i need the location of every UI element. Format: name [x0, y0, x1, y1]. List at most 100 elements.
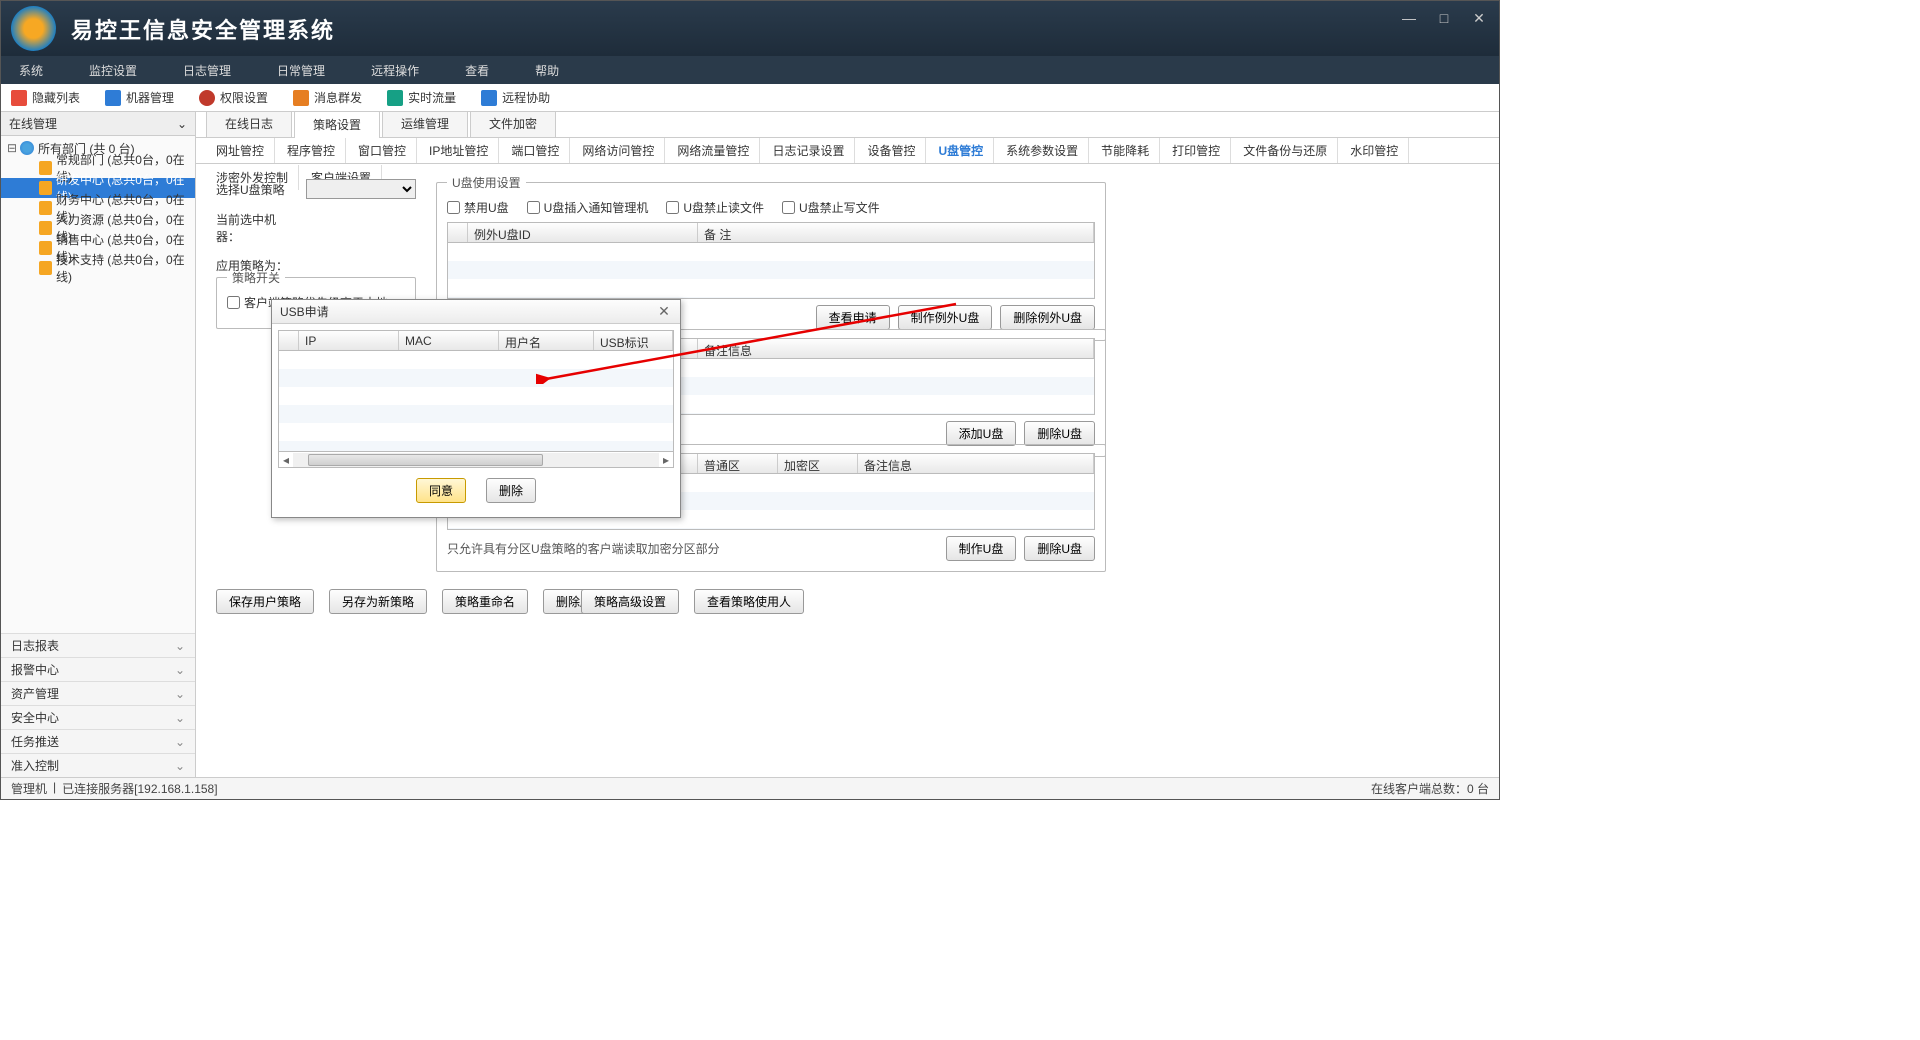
delete-usb-button2[interactable]: 删除U盘 [1024, 536, 1095, 561]
advanced-setting-button[interactable]: 策略高级设置 [581, 589, 679, 614]
tool-label: 机器管理 [126, 89, 174, 106]
usb-legend: U盘使用设置 [447, 174, 526, 191]
status-bar: 管理机 | 已连接服务器[192.168.1.158] 在线客户端总数：0 台 [1, 777, 1499, 799]
machine-icon [105, 90, 121, 106]
dialog-close-button[interactable]: ✕ [656, 303, 672, 320]
rename-policy-button[interactable]: 策略重命名 [442, 589, 528, 614]
scroll-thumb[interactable] [308, 454, 543, 466]
make-usb-button[interactable]: 制作U盘 [946, 536, 1017, 561]
nav-alarm[interactable]: 报警中心⌄ [1, 657, 195, 681]
th-mac: MAC [399, 331, 499, 350]
subtab-4[interactable]: 端口管控 [501, 138, 570, 163]
table-body[interactable] [279, 351, 673, 451]
table-body[interactable] [448, 243, 1094, 298]
menu-log[interactable]: 日志管理 [175, 58, 239, 83]
department-tree: ⊟ 所有部门 (共 0 台) 常规部门 (总共0台，0在线) 研发中心 (总共0… [1, 136, 195, 633]
minimize-button[interactable]: — [1399, 11, 1419, 25]
subtab-14[interactable]: 水印管控 [1340, 138, 1409, 163]
dialog-delete-button[interactable]: 删除 [486, 478, 536, 503]
nav-label: 任务推送 [11, 733, 59, 750]
tree-label: 技术支持 (总共0台，0在线) [56, 251, 190, 285]
dept-icon [39, 161, 52, 175]
tab-online-log[interactable]: 在线日志 [206, 112, 292, 137]
menu-monitor[interactable]: 监控设置 [81, 58, 145, 83]
delete-exception-button[interactable]: 删除例外U盘 [1000, 305, 1095, 330]
client-priority-checkbox[interactable] [227, 296, 240, 309]
make-exception-button[interactable]: 制作例外U盘 [898, 305, 993, 330]
tab-ops[interactable]: 运维管理 [382, 112, 468, 137]
menu-system[interactable]: 系统 [11, 58, 51, 83]
nav-security[interactable]: 安全中心⌄ [1, 705, 195, 729]
notify-admin-checkbox[interactable] [527, 201, 540, 214]
disable-usb-checkbox[interactable] [447, 201, 460, 214]
menu-daily[interactable]: 日常管理 [269, 58, 333, 83]
th-encrypt: 加密区 [778, 454, 858, 473]
expander-icon[interactable]: ⊟ [6, 141, 18, 155]
status-server: 已连接服务器[192.168.1.158] [62, 780, 217, 797]
content-area: 选择U盘策略 当前选中机器： 应用策略为： 策略开关 客户端策略优先级高于本地 … [196, 164, 1499, 777]
exception-usb-table: 例外U盘ID 备 注 [447, 222, 1095, 299]
dept-icon [39, 261, 52, 275]
hide-list-icon [11, 90, 27, 106]
scroll-right-icon[interactable]: ▸ [659, 453, 673, 467]
subtab-8[interactable]: 设备管控 [857, 138, 926, 163]
tool-traffic[interactable]: 实时流量 [387, 89, 456, 106]
subtab-11[interactable]: 节能降耗 [1091, 138, 1160, 163]
app-title: 易控王信息安全管理系统 [71, 13, 335, 45]
agree-button[interactable]: 同意 [416, 478, 466, 503]
tool-machine[interactable]: 机器管理 [105, 89, 174, 106]
subtab-3[interactable]: IP地址管控 [419, 138, 499, 163]
dialog-hscrollbar[interactable]: ◂ ▸ [278, 452, 674, 468]
sidebar: 在线管理 ⌄ ⊟ 所有部门 (共 0 台) 常规部门 (总共0台，0在线) 研发… [1, 112, 196, 777]
add-usb-button[interactable]: 添加U盘 [946, 421, 1017, 446]
tool-remote-assist[interactable]: 远程协助 [481, 89, 550, 106]
subtab-5[interactable]: 网络访问管控 [572, 138, 665, 163]
permission-icon [199, 90, 215, 106]
delete-usb-button[interactable]: 删除U盘 [1024, 421, 1095, 446]
menu-help[interactable]: 帮助 [527, 58, 567, 83]
view-request-button[interactable]: 查看申请 [816, 305, 890, 330]
secondary-tabs: 网址管控 程序管控 窗口管控 IP地址管控 端口管控 网络访问管控 网络流量管控… [196, 138, 1499, 164]
dept-icon [39, 181, 52, 195]
tab-policy-setting[interactable]: 策略设置 [294, 112, 380, 138]
nav-label: 准入控制 [11, 757, 59, 774]
nav-access[interactable]: 准入控制⌄ [1, 753, 195, 777]
sidebar-header-label: 在线管理 [9, 115, 57, 132]
current-machine-label: 当前选中机器： [216, 211, 296, 245]
subtab-7[interactable]: 日志记录设置 [762, 138, 855, 163]
menu-remote[interactable]: 远程操作 [363, 58, 427, 83]
nav-task[interactable]: 任务推送⌄ [1, 729, 195, 753]
subtab-1[interactable]: 程序管控 [277, 138, 346, 163]
view-users-button[interactable]: 查看策略使用人 [694, 589, 804, 614]
subtab-9-usb[interactable]: U盘管控 [928, 138, 994, 163]
chk-label: 禁用U盘 [464, 199, 509, 216]
scroll-track[interactable] [293, 453, 659, 467]
tool-message[interactable]: 消息群发 [293, 89, 362, 106]
subtab-12[interactable]: 打印管控 [1162, 138, 1231, 163]
policy-select[interactable] [306, 179, 416, 199]
subtab-2[interactable]: 窗口管控 [348, 138, 417, 163]
tool-permission[interactable]: 权限设置 [199, 89, 268, 106]
save-policy-button[interactable]: 保存用户策略 [216, 589, 314, 614]
maximize-button[interactable]: □ [1434, 11, 1454, 25]
dept-icon [39, 221, 52, 235]
dialog-titlebar[interactable]: USB申请 ✕ [272, 300, 680, 324]
close-button[interactable]: ✕ [1469, 11, 1489, 25]
scroll-left-icon[interactable]: ◂ [279, 453, 293, 467]
menu-view[interactable]: 查看 [457, 58, 497, 83]
primary-tabs: 在线日志 策略设置 运维管理 文件加密 [196, 112, 1499, 138]
subtab-0[interactable]: 网址管控 [206, 138, 275, 163]
subtab-10[interactable]: 系统参数设置 [996, 138, 1089, 163]
nav-log-report[interactable]: 日志报表⌄ [1, 633, 195, 657]
tab-file-encrypt[interactable]: 文件加密 [470, 112, 556, 137]
tool-hide-list[interactable]: 隐藏列表 [11, 89, 80, 106]
no-read-checkbox[interactable] [666, 201, 679, 214]
nav-asset[interactable]: 资产管理⌄ [1, 681, 195, 705]
save-as-button[interactable]: 另存为新策略 [329, 589, 427, 614]
nav-label: 资产管理 [11, 685, 59, 702]
subtab-13[interactable]: 文件备份与还原 [1233, 138, 1338, 163]
no-write-checkbox[interactable] [782, 201, 795, 214]
subtab-6[interactable]: 网络流量管控 [667, 138, 760, 163]
sidebar-header[interactable]: 在线管理 ⌄ [1, 112, 195, 136]
tree-item-5[interactable]: 技术支持 (总共0台，0在线) [1, 258, 195, 278]
